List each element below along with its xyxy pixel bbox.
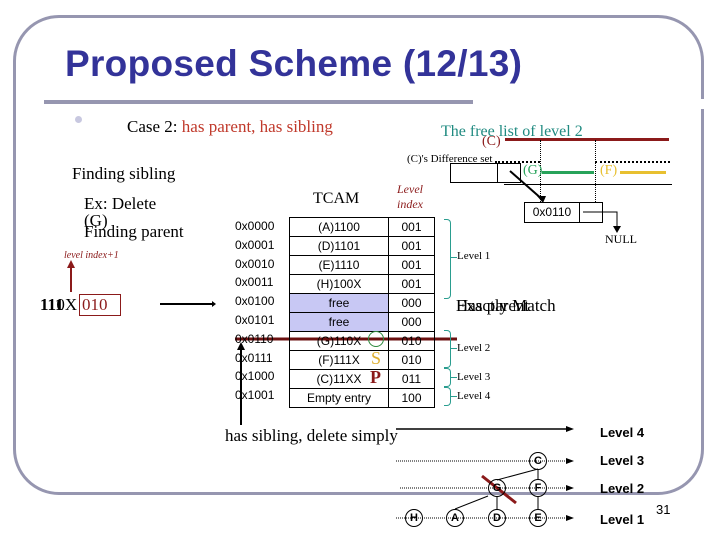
brace-label-level2: Level 2 [457, 342, 491, 354]
tcam-entry: free [289, 312, 389, 332]
sibling-marker: S [371, 348, 382, 368]
has-parent-text: Has parent [456, 296, 530, 315]
key-arrowhead [212, 301, 216, 307]
tree-node-c: C [529, 452, 547, 470]
tcam-address: 0x0100 [235, 294, 275, 309]
parent-marker: P [370, 367, 381, 387]
has-sibling-note: has sibling, delete simply [225, 426, 398, 445]
finding-sibling: Finding sibling [72, 164, 176, 183]
tcam-row: (F)111X 010 [289, 350, 435, 370]
brace-level3 [444, 368, 451, 387]
tree-node-e: E [529, 509, 547, 527]
tcam-row: (A)1100 001 [289, 217, 435, 237]
tcam-entry: (A)1100 [289, 217, 389, 237]
key-suffix: 010 [82, 295, 108, 314]
tcam-row: free 000 [289, 312, 435, 332]
brace-level2 [444, 330, 451, 368]
brace-label-level1: Level 1 [457, 250, 491, 262]
tcam-row: (D)1101 001 [289, 236, 435, 256]
tcam-level-index: 001 [388, 217, 435, 237]
tcam-entry: free [289, 293, 389, 313]
tcam-level-index: 001 [388, 274, 435, 294]
tcam-address: 0x0111 [235, 350, 273, 365]
level-index-note: level index+1 [64, 250, 119, 261]
level-up-arrowhead [67, 260, 75, 268]
tcam-entry: Empty entry [289, 388, 389, 408]
level-index-header: Level index [388, 182, 432, 212]
tree-level3-arrowhead [566, 458, 574, 464]
tcam-table: (A)1100 001 (D)1101 001 (E)1110 001 (H)100X 001… [289, 217, 435, 408]
tcam-row: free 000 [289, 293, 435, 313]
tree-node-d: D [488, 509, 506, 527]
tcam-level-index: 000 [388, 312, 435, 332]
page-number: 31 [656, 502, 671, 517]
tcam-row: (E)1110 001 [289, 255, 435, 275]
level-index-header-1: Level [397, 182, 423, 196]
pointer-arrow [509, 170, 544, 201]
tcam-entry: (H)100X [289, 274, 389, 294]
tcam-address: 0x1001 [235, 388, 275, 403]
tcam-row: (H)100X 001 [289, 274, 435, 294]
tcam-address: 0x0101 [235, 313, 275, 327]
tree-node-a: A [446, 509, 464, 527]
pointer-next-box [578, 202, 603, 223]
tree-level4-label: Level 4 [600, 425, 645, 440]
tcam-address: 0x0010 [235, 256, 275, 271]
brace-label-level4: Level 4 [457, 390, 491, 402]
tcam-address: 0x1000 [235, 369, 275, 384]
tcam-level-index: 001 [388, 255, 435, 275]
key-prefix: 110X [40, 295, 78, 314]
null-label: NULL [605, 232, 637, 246]
brace-label-level3: Level 3 [457, 371, 491, 383]
tree-node-f: F [529, 479, 547, 497]
edge-g-a [454, 495, 489, 510]
pointer-value-box: 0x0110 [524, 202, 580, 223]
tcam-address: 0x0000 [235, 219, 275, 233]
tcam-entry: (D)1101 [289, 236, 389, 256]
brace-level1 [444, 219, 451, 299]
tree-node-h: H [405, 509, 423, 527]
tree-level2-arrowhead [566, 485, 574, 491]
tcam-level-index: 100 [388, 388, 435, 408]
level-index-header-2: index [397, 197, 423, 211]
tree-level2-label: Level 2 [600, 481, 645, 496]
tree-level3-label: Level 3 [600, 453, 645, 468]
tcam-address: 0x0110 [235, 331, 274, 346]
tcam-address: 0x0011 [235, 275, 274, 290]
tree-level1-arrowhead [566, 515, 574, 521]
tcam-row: (G)110X 010 [289, 331, 435, 351]
tcam-level-index: 001 [388, 236, 435, 256]
tcam-row: Empty entry 100 [289, 388, 435, 408]
tree-node-g: G [488, 479, 506, 497]
tcam-level-index: 000 [388, 293, 435, 313]
circle-marker-icon [368, 331, 384, 347]
tcam-level-index: 011 [388, 369, 435, 389]
tcam-row: (C)11XX 011 [289, 369, 435, 389]
brace-level4 [444, 387, 451, 406]
tree-level4-arrowhead [566, 426, 574, 432]
tcam-level-index: 010 [388, 350, 435, 370]
tcam-address: 0x0001 [235, 237, 275, 252]
edge-c-g [496, 468, 539, 481]
tcam-entry: (E)1110 [289, 255, 389, 275]
tcam-title: TCAM [313, 190, 360, 207]
finding-parent: Finding parent [84, 222, 184, 241]
tree-level1-label: Level 1 [600, 512, 645, 527]
tcam-level-index: 010 [388, 331, 435, 351]
